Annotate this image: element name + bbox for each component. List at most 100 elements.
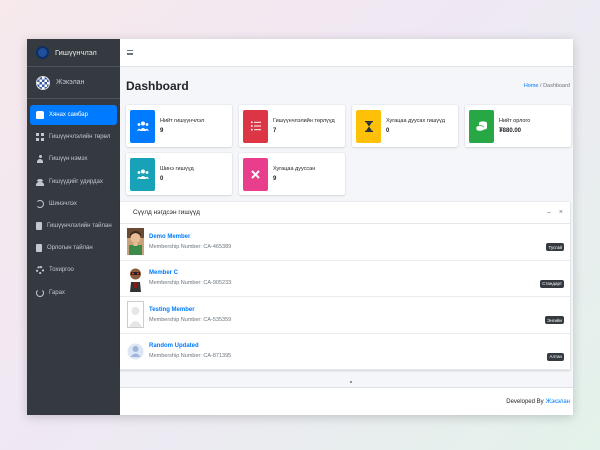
top-navbar xyxy=(120,39,573,67)
list-item[interactable]: Testing Member Membership Number: CA-535… xyxy=(120,297,570,334)
sidebar-item-label: Хянах самбар xyxy=(49,112,88,118)
membership-badge: Алтан xyxy=(547,352,564,361)
blank-avatar xyxy=(127,301,144,329)
cog-icon xyxy=(36,266,44,275)
sidebar: Гишүүнчлэл Жэкэлан Хянах самбар Гишүүнчл… xyxy=(27,39,120,415)
collapse-icon[interactable]: – xyxy=(547,209,551,216)
sidebar-item-label: Гишүүн нэмэх xyxy=(49,156,88,163)
sidebar-item-label: Шинэчлэх xyxy=(49,200,77,207)
member-name-link[interactable]: Demo Member xyxy=(149,234,231,240)
stat-card-total-members[interactable]: Нийт гишүүнчлэл 9 xyxy=(126,105,232,147)
card-label: Хугацаа дууссан xyxy=(273,166,316,172)
sidebar-item-renew[interactable]: Шинэчлэх xyxy=(30,194,117,214)
card-label: Нийт орлого xyxy=(499,118,531,124)
hourglass-icon xyxy=(356,109,381,143)
new-users-icon xyxy=(130,157,155,191)
dashboard-icon xyxy=(36,111,44,119)
sidebar-item-manage-members[interactable]: Гишүүдийг удирдах xyxy=(30,172,117,192)
membership-number: Membership Number: CA-871395 xyxy=(149,353,232,360)
coins-icon xyxy=(469,109,494,143)
member-name-link[interactable]: Member C xyxy=(149,270,231,276)
user-panel[interactable]: Жэкэлан xyxy=(27,67,120,99)
sidebar-item-label: Гишүүдийг удирдах xyxy=(49,178,103,185)
member-name-link[interactable]: Random Updated xyxy=(149,343,231,349)
scroll-indicator xyxy=(350,381,352,383)
user-avatar xyxy=(36,75,50,90)
list-icon xyxy=(243,109,268,143)
list-item[interactable]: Random Updated Membership Number: CA-871… xyxy=(120,334,570,370)
panel-title: Сүүлд нэгдсэн гишүүд xyxy=(133,209,200,216)
membership-badge: Стандарт xyxy=(540,279,564,288)
brand-logo-icon xyxy=(36,46,49,59)
sidebar-item-label: Гишүүнчлэлийн тайлан xyxy=(47,222,112,229)
default-avatar xyxy=(127,338,144,365)
main-area: Dashboard Home / Dashboard Нийт гишүүнчл… xyxy=(120,39,573,415)
list-item[interactable]: Member C Membership Number: CA-905233 Ст… xyxy=(120,261,570,297)
sidebar-item-settings[interactable]: Тохиргоо xyxy=(30,260,117,280)
brand-name: Гишүүнчлэл xyxy=(55,48,97,57)
sidebar-item-label: Орлогын тайлан xyxy=(47,245,93,252)
sidebar-item-label: Тохиргоо xyxy=(49,267,74,274)
users-icon xyxy=(36,178,44,186)
user-name: Жэкэлан xyxy=(56,79,85,86)
list-item[interactable]: Demo Member Membership Number: CA-465389… xyxy=(120,224,570,261)
card-label: Нийт гишүүнчлэл xyxy=(160,118,205,124)
member-name-link[interactable]: Testing Member xyxy=(149,307,231,313)
sidebar-item-label: Гишүүнчлэлийн төрөл xyxy=(49,134,111,141)
card-label: Шинэ гишүүд xyxy=(160,166,194,172)
stat-cards: Нийт гишүүнчлэл 9 Гишүүнчлэлийн төрлүүд … xyxy=(120,105,573,195)
card-value: 9 xyxy=(273,176,277,182)
card-value: ₮880.00 xyxy=(499,128,522,134)
stat-card-expired-members[interactable]: Хугацаа дууссан 9 xyxy=(239,153,345,195)
sidebar-item-label: Гарах xyxy=(49,289,65,296)
content-header: Dashboard Home / Dashboard xyxy=(120,67,573,105)
sidebar-item-income-report[interactable]: Орлогын тайлан xyxy=(30,238,117,258)
membership-number: Membership Number: CA-465389 xyxy=(149,243,232,250)
membership-number: Membership Number: CA-535359 xyxy=(149,316,232,323)
sidebar-item-membership-report[interactable]: Гишүүнчлэлийн тайлан xyxy=(30,216,117,236)
card-value: 0 xyxy=(160,176,164,182)
man-avatar xyxy=(127,228,144,256)
power-icon xyxy=(36,288,44,297)
sidebar-item-dashboard[interactable]: Хянах самбар xyxy=(30,105,117,125)
sidebar-item-logout[interactable]: Гарах xyxy=(30,283,117,303)
breadcrumb: Home / Dashboard xyxy=(524,83,570,89)
sidebar-item-membership-types[interactable]: Гишүүнчлэлийн төрөл xyxy=(30,127,117,147)
report-icon xyxy=(36,221,42,230)
document-icon xyxy=(36,244,42,253)
brand[interactable]: Гишүүнчлэл xyxy=(27,39,120,67)
renew-icon xyxy=(36,199,44,208)
user-plus-icon xyxy=(36,155,44,164)
panel-tools: – × xyxy=(547,209,563,216)
panel-header: Сүүлд нэгдсэн гишүүд – × xyxy=(120,202,570,224)
users-icon xyxy=(130,109,155,143)
membership-badge: Тусгай xyxy=(546,243,564,251)
stat-card-new-members[interactable]: Шинэ гишүүд 0 xyxy=(126,153,232,195)
sidebar-item-add-member[interactable]: Гишүүн нэмэх xyxy=(30,149,117,169)
app-window: Гишүүнчлэл Жэкэлан Хянах самбар Гишүүнчл… xyxy=(27,39,573,415)
page-title: Dashboard xyxy=(126,79,189,93)
footer-text: Developed By xyxy=(506,398,544,405)
breadcrumb-separator: / xyxy=(540,83,542,89)
card-value: 0 xyxy=(386,128,390,134)
stat-card-membership-types[interactable]: Гишүүнчлэлийн төрлүүд 7 xyxy=(239,105,345,147)
developer-link[interactable]: Жэкэлан xyxy=(546,399,570,405)
menu-toggle-icon[interactable] xyxy=(127,50,133,55)
card-value: 9 xyxy=(160,128,164,134)
breadcrumb-home-link[interactable]: Home xyxy=(524,83,539,89)
stat-card-total-income[interactable]: Нийт орлого ₮880.00 xyxy=(465,105,571,147)
membership-number: Membership Number: CA-905233 xyxy=(149,280,232,287)
footer: Developed By Жэкэлан xyxy=(120,387,573,415)
recent-members-panel: Сүүлд нэгдсэн гишүүд – × Demo Member Mem… xyxy=(120,202,570,370)
membership-badge: Энгийн xyxy=(545,316,564,324)
card-label: Хугацаа дуусах гишүүд xyxy=(386,118,445,124)
stat-card-expiring-members[interactable]: Хугацаа дуусах гишүүд 0 xyxy=(352,105,458,147)
breadcrumb-current: Dashboard xyxy=(543,83,570,89)
card-value: 7 xyxy=(273,128,277,134)
robot-avatar xyxy=(127,264,144,292)
close-icon[interactable]: × xyxy=(559,209,563,216)
times-icon xyxy=(243,157,268,191)
card-label: Гишүүнчлэлийн төрлүүд xyxy=(273,118,335,124)
grid-icon xyxy=(36,133,44,142)
sidebar-nav: Хянах самбар Гишүүнчлэлийн төрөл Гишүүн … xyxy=(27,99,120,303)
